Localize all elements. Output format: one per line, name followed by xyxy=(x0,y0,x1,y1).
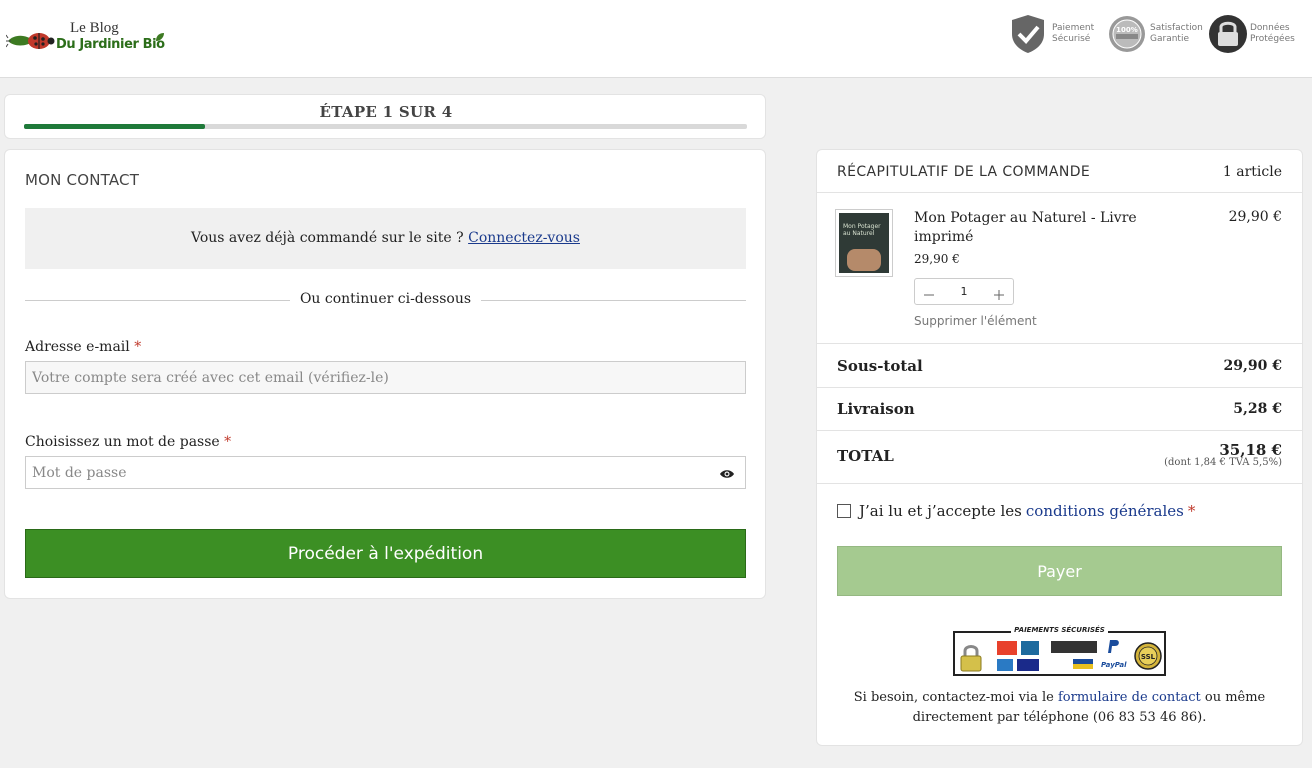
section-title: MON CONTACT xyxy=(25,171,140,189)
divider xyxy=(817,343,1302,344)
or-divider: Ou continuer ci-dessous xyxy=(25,291,746,309)
logo-line2: Du Jardinier Bio xyxy=(56,37,165,52)
quantity-value[interactable]: 1 xyxy=(961,285,968,298)
thumb-title: Mon Potager au Naturel xyxy=(843,223,881,237)
terms-row: J’ai lu et j’accepte les conditions géné… xyxy=(837,502,1195,520)
divider xyxy=(817,387,1302,388)
site-header: Le Blog Du Jardinier Bio Paiement Sécuri… xyxy=(0,0,1312,78)
product-name: Mon Potager au Naturel - Livre imprimé xyxy=(914,210,1137,245)
quantity-stepper: 1 xyxy=(914,278,1014,305)
mastercard-logo xyxy=(997,641,1017,655)
padlock-icon xyxy=(960,645,982,672)
login-prompt-text: Vous avez déjà commandé sur le site ? xyxy=(191,230,464,246)
progress-track xyxy=(24,124,747,129)
divider xyxy=(817,483,1302,484)
pay-button[interactable]: Payer xyxy=(837,546,1282,596)
progress-fill xyxy=(24,124,205,129)
login-link[interactable]: Connectez-vous xyxy=(468,230,580,246)
terms-checkbox[interactable] xyxy=(837,504,851,518)
trust-badge-label: Données Protégées xyxy=(1250,23,1295,44)
secure-payments-title: PAIEMENTS SÉCURISÉS xyxy=(1011,626,1108,634)
trust-badge-secure-payment: Paiement Sécurisé xyxy=(1010,14,1094,54)
email-label: Adresse e-mail * xyxy=(25,339,142,355)
satisfaction-seal-icon: 100% xyxy=(1108,14,1146,54)
required-mark: * xyxy=(134,339,142,355)
item-count: 1 article xyxy=(1222,164,1282,180)
login-prompt-box: Vous avez déjà commandé sur le site ? Co… xyxy=(25,208,746,269)
required-mark: * xyxy=(224,434,232,450)
trust-badge-label: Paiement Sécurisé xyxy=(1052,23,1095,44)
email-field[interactable] xyxy=(25,361,746,394)
plus-icon[interactable] xyxy=(993,286,1005,300)
show-password-icon[interactable] xyxy=(719,468,735,480)
terms-text: J’ai lu et j’accepte les xyxy=(859,502,1022,520)
subtotal-label: Sous-total xyxy=(837,357,923,375)
padlock-icon xyxy=(1208,14,1247,54)
trust-badge-label: Satisfaction Garantie xyxy=(1150,23,1203,44)
visa-logo xyxy=(1017,659,1039,671)
minus-icon[interactable] xyxy=(923,286,935,298)
trust-badge-satisfaction: 100% Satisfaction Garantie xyxy=(1108,14,1203,54)
divider-text: Ou continuer ci-dessous xyxy=(289,291,482,307)
stripe-logo xyxy=(1051,641,1097,653)
ladybug-leaf-icon xyxy=(6,33,55,49)
required-mark: * xyxy=(1187,502,1196,520)
shipping-value: 5,28 € xyxy=(1233,401,1282,417)
password-field[interactable] xyxy=(25,456,746,489)
amex-logo xyxy=(997,659,1013,671)
divider xyxy=(817,192,1302,193)
ssl-seal-icon: SSL xyxy=(1134,642,1162,670)
help-text: Si besoin, contactez-moi via le formulai… xyxy=(853,690,1266,725)
tax-note: (dont 1,84 € TVA 5,5%) xyxy=(1164,457,1282,468)
sepa-logo xyxy=(1073,659,1093,669)
svg-text:100%: 100% xyxy=(1116,26,1138,34)
product-thumbnail[interactable]: Mon Potager au Naturel xyxy=(835,209,893,277)
shield-check-icon xyxy=(1010,14,1048,54)
site-logo[interactable]: Le Blog Du Jardinier Bio xyxy=(6,20,166,60)
contact-section: MON CONTACT Vous avez déjà commandé sur … xyxy=(4,149,766,599)
total-label: TOTAL xyxy=(837,447,894,465)
paypal-wordmark: PayPal xyxy=(1101,661,1127,669)
order-summary-title: RÉCAPITULATIF DE LA COMMANDE xyxy=(837,164,1091,180)
logo-line1: Le Blog xyxy=(70,20,119,36)
cb-logo xyxy=(1021,641,1039,655)
divider xyxy=(817,430,1302,431)
proceed-to-shipping-button[interactable]: Procéder à l'expédition xyxy=(25,529,746,578)
password-label: Choisissez un mot de passe * xyxy=(25,434,232,450)
contact-form-link[interactable]: formulaire de contact xyxy=(1058,690,1201,705)
paypal-logo xyxy=(1108,640,1119,653)
leaf-icon xyxy=(156,33,164,41)
secure-payments-badge: PAIEMENTS SÉCURISÉS PayPal SSL xyxy=(953,626,1166,676)
remove-item-link[interactable]: Supprimer l'élément xyxy=(914,314,1037,328)
product-unit-price: 29,90 € xyxy=(914,252,960,266)
subtotal-value: 29,90 € xyxy=(1223,358,1282,374)
step-label: ÉTAPE 1 SUR 4 xyxy=(319,103,453,121)
trust-badge-data-protected: Données Protégées xyxy=(1208,14,1295,54)
order-summary: RÉCAPITULATIF DE LA COMMANDE 1 article M… xyxy=(816,149,1303,746)
checkout-progress: ÉTAPE 1 SUR 4 xyxy=(4,94,766,139)
svg-text:SSL: SSL xyxy=(1141,653,1156,661)
apple-pay-logo xyxy=(1051,657,1067,665)
product-line-price: 29,90 € xyxy=(1228,209,1282,225)
terms-link[interactable]: conditions générales xyxy=(1026,502,1184,520)
shipping-label: Livraison xyxy=(837,400,915,418)
